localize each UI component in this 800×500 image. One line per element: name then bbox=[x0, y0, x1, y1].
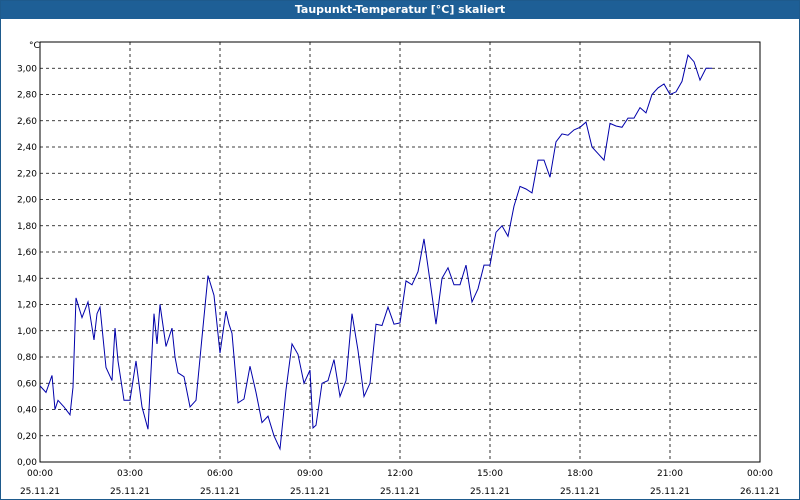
x-tick-date-label: 26.11.21 bbox=[740, 487, 780, 497]
x-tick-date-label: 25.11.21 bbox=[650, 487, 690, 497]
x-tick-date-label: 25.11.21 bbox=[560, 487, 600, 497]
x-tick-date-label: 25.11.21 bbox=[470, 487, 510, 497]
y-tick-label: 1,60 bbox=[17, 248, 37, 258]
y-tick-label: 1,00 bbox=[17, 327, 37, 337]
x-tick-time-label: 21:00 bbox=[657, 469, 683, 479]
y-axis-ticks: 0,00 0,20 0,40 0,60 0,80 1,00 1,20 1,40 1,60 1,80… bbox=[17, 64, 37, 468]
y-tick-label: 2,00 bbox=[17, 196, 37, 206]
y-tick-label: 2,20 bbox=[17, 169, 37, 179]
y-tick-label: 2,80 bbox=[17, 91, 37, 101]
x-tick-date-label: 25.11.21 bbox=[20, 487, 60, 497]
y-tick-label: 3,00 bbox=[17, 64, 37, 74]
y-tick-label: 1,40 bbox=[17, 274, 37, 284]
y-tick-label: 2,40 bbox=[17, 143, 37, 153]
y-tick-label: 1,80 bbox=[17, 222, 37, 232]
grid bbox=[39, 41, 761, 463]
x-tick-date-label: 25.11.21 bbox=[110, 487, 150, 497]
x-tick-time-label: 12:00 bbox=[387, 469, 413, 479]
y-tick-label: 0,80 bbox=[17, 353, 37, 363]
x-tick-date-label: 25.11.21 bbox=[380, 487, 420, 497]
x-tick-time-label: 15:00 bbox=[477, 469, 503, 479]
x-axis-ticks: 00:00 25.11.21 03:00 25.11.21 06:00 25.11.21 0… bbox=[20, 469, 780, 497]
x-tick-time-label: 00:00 bbox=[747, 469, 773, 479]
y-tick-label: 0,20 bbox=[17, 432, 37, 442]
y-tick-label: 0,40 bbox=[17, 406, 37, 416]
dewpoint-chart: °C 0,00 0,20 0,40 0,60 0,80 1,00 1,20 1,40 1,60 1… bbox=[17, 41, 780, 497]
y-tick-label: 0,00 bbox=[17, 458, 37, 468]
x-tick-date-label: 25.11.21 bbox=[200, 487, 240, 497]
x-tick-time-label: 06:00 bbox=[207, 469, 233, 479]
x-tick-time-label: 00:00 bbox=[27, 469, 53, 479]
y-tick-label: 1,20 bbox=[17, 301, 37, 311]
y-tick-label: 2,60 bbox=[17, 117, 37, 127]
x-tick-date-label: 25.11.21 bbox=[290, 487, 330, 497]
x-tick-time-label: 03:00 bbox=[117, 469, 143, 479]
x-tick-time-label: 18:00 bbox=[567, 469, 593, 479]
y-axis-unit-label: °C bbox=[29, 41, 40, 51]
y-tick-label: 0,60 bbox=[17, 379, 37, 389]
x-tick-time-label: 09:00 bbox=[297, 469, 323, 479]
